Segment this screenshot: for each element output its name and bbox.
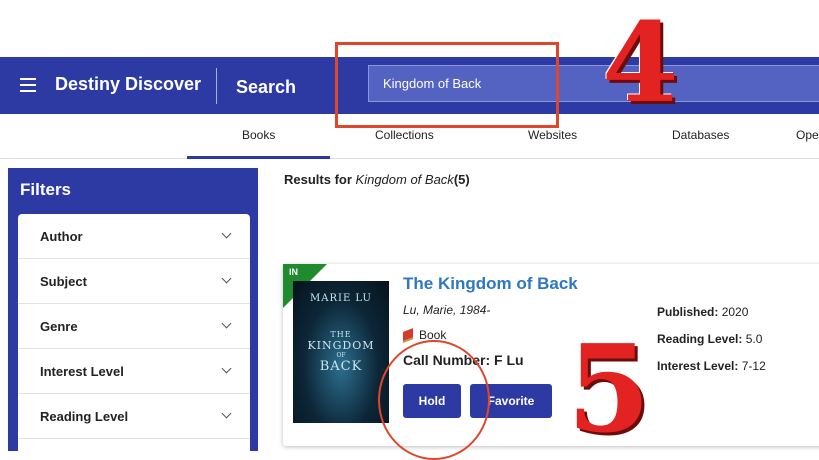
filter-genre[interactable]: Genre	[18, 304, 250, 349]
filters-title: Filters	[20, 180, 72, 199]
results-query: Kingdom of Back	[355, 172, 454, 187]
cover-title-line: KINGDOM	[307, 339, 375, 352]
book-cover[interactable]: MARIE LU THE KINGDOM OF BACK	[293, 281, 389, 423]
call-number: Call Number: F Lu	[403, 352, 524, 368]
published-value: 2020	[721, 305, 749, 319]
chevron-down-icon	[221, 408, 232, 419]
cover-title-line: BACK	[319, 359, 363, 374]
filter-label: Subject	[40, 274, 87, 289]
reading-level-value: 5.0	[745, 332, 763, 346]
result-card: IN MARIE LU THE KINGDOM OF BACK The King…	[283, 264, 819, 446]
tab-collections[interactable]: Collections	[375, 128, 434, 142]
cover-author: MARIE LU	[310, 293, 372, 304]
header-divider	[216, 68, 217, 104]
interest-level-value: 7-12	[741, 359, 766, 373]
availability-text: IN	[289, 267, 298, 277]
chevron-down-icon	[221, 363, 232, 374]
material-type-tabs: Books Collections Websites Databases Ope	[0, 114, 819, 159]
favorite-button[interactable]: Favorite	[470, 384, 552, 418]
results-summary: Results for Kingdom of Back(5)	[284, 172, 470, 187]
published-info: Published: 2020	[657, 305, 748, 319]
brand-title[interactable]: Destiny Discover	[55, 74, 201, 95]
filter-subject[interactable]: Subject	[18, 259, 250, 304]
section-title: Search	[236, 77, 297, 97]
filter-label: Author	[40, 229, 83, 244]
filter-label: Reading Level	[40, 409, 129, 424]
interest-level-label: Interest Level:	[657, 359, 739, 373]
cover-title-line: THE	[330, 330, 352, 339]
filter-list: Author Subject Genre Interest Level Read…	[18, 214, 250, 454]
results-count: (5)	[453, 172, 470, 187]
reading-level-info: Reading Level: 5.0	[657, 332, 762, 346]
interest-level-info: Interest Level: 7-12	[657, 359, 766, 373]
filter-reading-level[interactable]: Reading Level	[18, 394, 250, 439]
tab-websites[interactable]: Websites	[528, 128, 577, 142]
book-format: Book	[403, 328, 447, 344]
reading-level-label: Reading Level:	[657, 332, 743, 346]
menu-icon[interactable]	[20, 78, 36, 92]
cover-title-line: OF	[336, 352, 346, 359]
filters-panel: Filters Author Subject Genre Interest Le…	[8, 168, 258, 454]
hold-button[interactable]: Hold	[403, 384, 461, 418]
filter-label: Genre	[40, 319, 78, 334]
tab-databases[interactable]: Databases	[672, 128, 729, 142]
book-author: Lu, Marie, 1984-	[403, 303, 491, 317]
chevron-down-icon	[221, 318, 232, 329]
chevron-down-icon	[221, 228, 232, 239]
results-prefix: Results for	[284, 172, 352, 187]
filter-label: Interest Level	[40, 364, 124, 379]
book-icon	[403, 328, 413, 344]
filter-author[interactable]: Author	[18, 214, 250, 259]
filter-interest-level[interactable]: Interest Level	[18, 349, 250, 394]
format-label: Book	[419, 328, 447, 342]
tab-open[interactable]: Ope	[796, 128, 819, 142]
published-label: Published:	[657, 305, 719, 319]
search-input[interactable]	[368, 65, 819, 102]
book-title-link[interactable]: The Kingdom of Back	[403, 274, 578, 294]
top-app-bar: Destiny Discover Search	[0, 57, 819, 114]
tab-books[interactable]: Books	[186, 128, 332, 159]
chevron-down-icon	[221, 273, 232, 284]
